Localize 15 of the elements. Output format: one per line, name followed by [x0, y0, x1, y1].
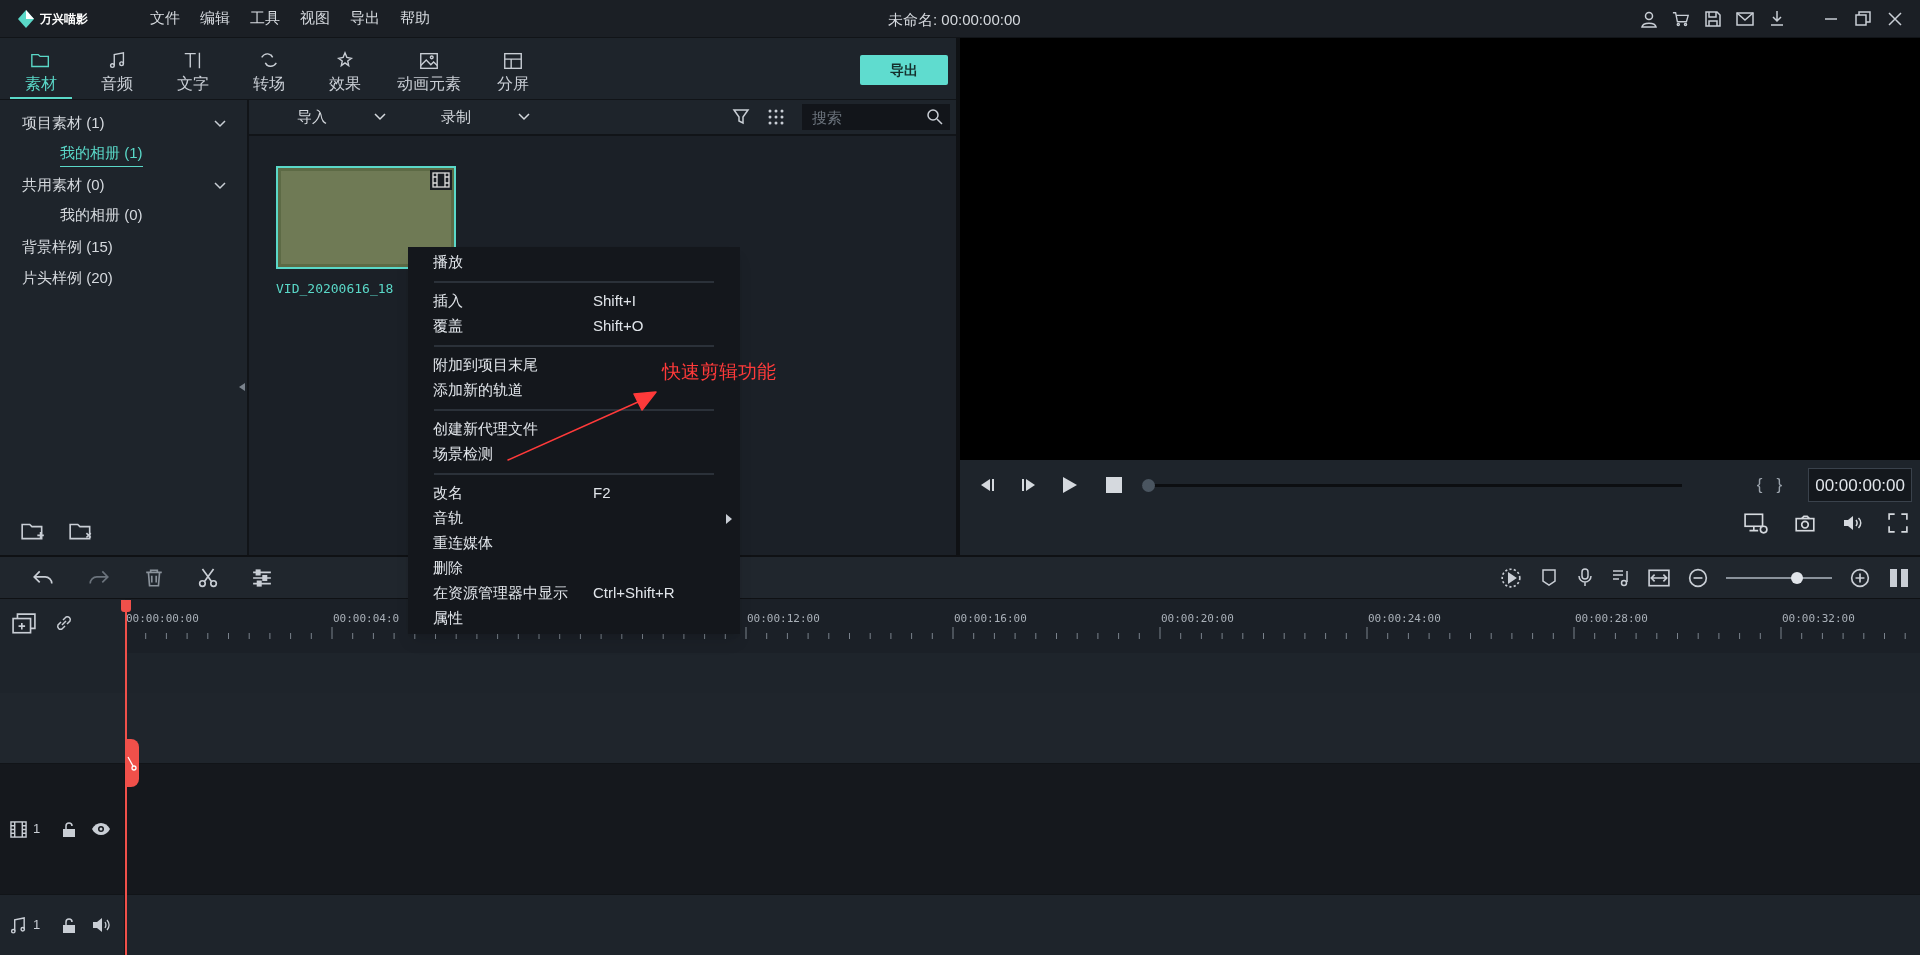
ruler-label: 00:00:16:00	[954, 611, 1027, 627]
annotation-text: 快速剪辑功能	[662, 360, 776, 384]
track-number: 1	[33, 820, 41, 839]
ruler-label: 00:00:28:00	[1575, 611, 1648, 627]
ruler-label: 00:00:12:00	[747, 611, 820, 627]
app-logo: 万兴喵影	[40, 10, 88, 28]
timecode: 00:00:00:00	[1808, 468, 1912, 502]
media-name: VID_20200616_18	[276, 280, 395, 298]
track-number: 1	[33, 916, 41, 935]
ruler-label: 00:00:20:00	[1161, 611, 1234, 627]
window-title: 未命名: 00:00:00:00	[888, 10, 1021, 30]
ruler-label: 00:00:00:00	[126, 611, 199, 627]
ruler-label: 00:00:24:00	[1368, 611, 1441, 627]
ruler-label: 00:00:32:00	[1782, 611, 1855, 627]
ruler-label: 00:00:04:0	[333, 611, 400, 627]
